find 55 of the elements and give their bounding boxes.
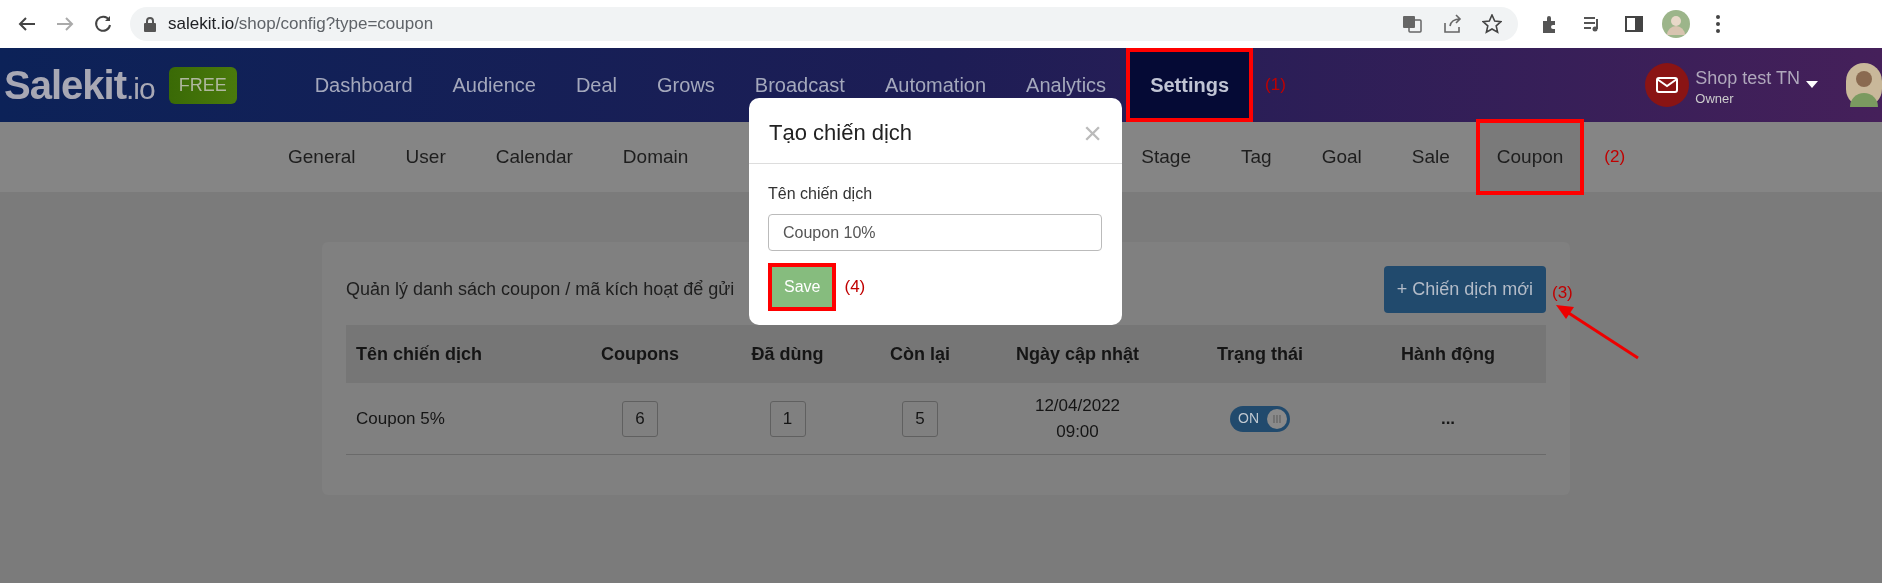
status-toggle[interactable]: ON [1230,405,1290,432]
column-header: Trạng thái [1217,342,1303,366]
nav-link[interactable]: Audience [432,48,556,122]
plan-badge: FREE [168,66,237,104]
menu-icon[interactable] [1715,14,1721,34]
annotation-label: (2) [1604,146,1626,169]
updated-date: 12/04/2022 [1034,395,1121,417]
settings-tab[interactable]: Domain [597,122,714,192]
column-header: Đã dùng [751,342,824,366]
nav-link[interactable]: Grows [637,48,735,122]
share-icon[interactable] [1442,14,1462,34]
campaign-name-field[interactable]: Coupon 10% [768,214,1102,251]
column-header: Coupons [601,342,679,366]
quantity-value: 1 [769,400,806,437]
url-text: salekit.io/shop/config?type=coupon [168,13,434,36]
settings-tab[interactable]: Calendar [470,122,598,192]
mail-button[interactable] [1645,63,1690,107]
caret-icon[interactable] [1806,81,1818,89]
address-bar[interactable]: salekit.io/shop/config?type=coupon [130,7,1518,41]
grip-icon [1272,413,1282,424]
settings-tab[interactable]: General [263,122,381,192]
nav-link[interactable]: Deal [555,48,638,122]
updated-time: 09:00 [1056,420,1099,443]
settings-tab[interactable]: User [380,122,471,192]
translate-icon[interactable] [1402,14,1422,34]
settings-tab[interactable]: Sale [1386,122,1475,192]
new-campaign-button[interactable]: + Chiến dịch mới [1383,266,1546,313]
account-role: Owner [1695,92,1735,105]
annotation-label: (4) [844,276,866,299]
avatar[interactable] [1846,63,1882,107]
table-cell: Coupon 5% [356,408,445,428]
mail-icon [1656,77,1679,93]
nav-link[interactable]: Settings [1130,52,1250,118]
settings-tab[interactable]: Goal [1296,122,1387,192]
settings-tab[interactable]: Coupon [1479,122,1581,192]
field-label: Tên chiến dịch [768,184,874,204]
star-icon[interactable] [1482,14,1502,34]
lock-icon [144,16,156,32]
annotation-label: (1) [1265,74,1286,97]
description-text: Quản lý danh sách coupon / mã kích hoạt để gửi [346,278,735,301]
column-header: Hành động [1401,342,1495,366]
logo[interactable]: Salekit.io [4,55,155,115]
column-header: Còn lại [890,342,950,366]
settings-tab[interactable]: Tag [1216,122,1297,192]
quantity-value: 5 [902,400,938,437]
dialog-title: Tạo chiến dịch [769,119,913,147]
column-header: Ngày cập nhật [1016,342,1139,366]
side-panel-icon[interactable] [1624,14,1644,34]
more-actions[interactable]: ... [1440,405,1456,432]
nav-link[interactable]: Dashboard [294,48,433,122]
annotation-label: (3) [1552,282,1573,304]
account-name[interactable]: Shop test TN [1695,65,1800,92]
quantity-value: 6 [622,400,658,437]
column-header: Tên chiến dịch [356,343,483,364]
reload-icon[interactable] [93,14,113,34]
